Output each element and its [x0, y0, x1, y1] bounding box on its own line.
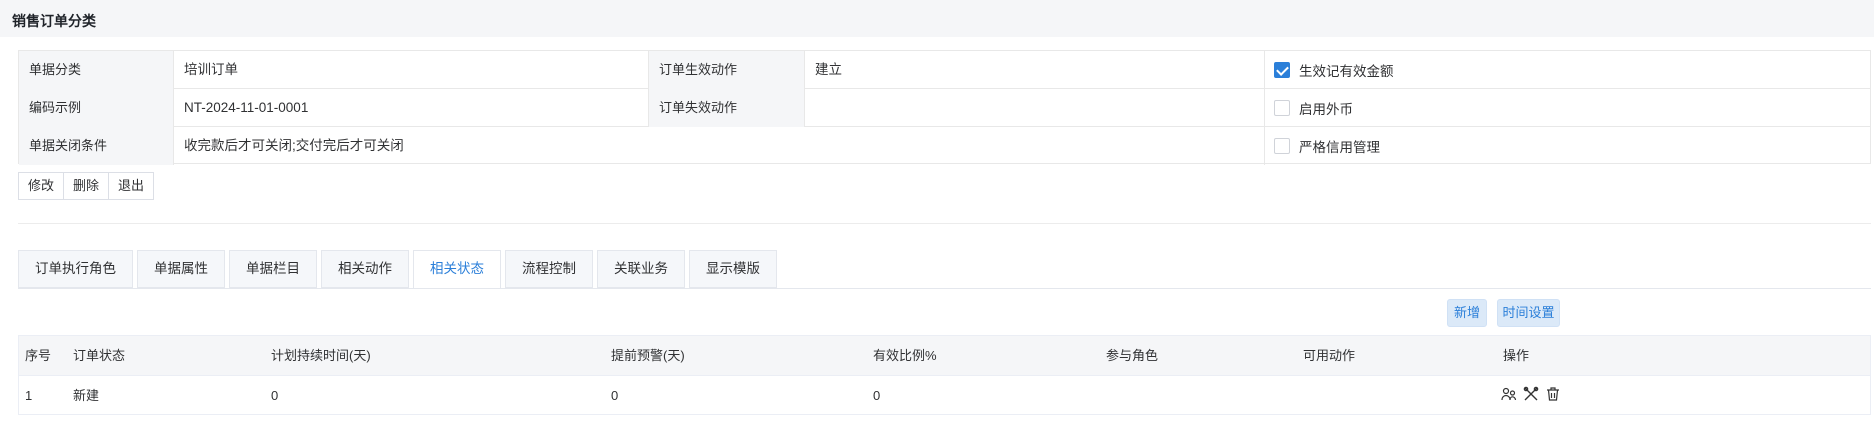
close-condition-label: 单据关闭条件	[19, 127, 174, 165]
cell-ratio: 0	[873, 388, 881, 403]
col-roles-header: 参与角色	[1106, 348, 1159, 363]
invalid-action-value	[805, 89, 1265, 127]
tab-display-template[interactable]: 显示模版	[689, 250, 777, 288]
tools-icon[interactable]	[1523, 386, 1539, 402]
divider	[18, 223, 1871, 224]
cell-warning: 0	[611, 388, 619, 403]
form-row: 编码示例 NT-2024-11-01-0001 订单失效动作 启用外币	[19, 89, 1870, 127]
trash-icon[interactable]	[1545, 386, 1561, 402]
tab-related-business[interactable]: 关联业务	[597, 250, 685, 288]
users-icon[interactable]	[1501, 386, 1517, 402]
cell-duration: 0	[271, 388, 279, 403]
checkbox-effective-amount[interactable]: 生效记有效金额	[1274, 51, 1394, 89]
effective-action-label: 订单生效动作	[649, 51, 805, 89]
tab-flow-control[interactable]: 流程控制	[505, 250, 593, 288]
add-button[interactable]: 新增	[1447, 299, 1487, 327]
table-header: 序号 订单状态 计划持续时间(天) 提前预警(天) 有效比例% 参与角色 可用动…	[19, 336, 1870, 376]
table-row[interactable]: 1 新建 0 0 0	[19, 376, 1870, 415]
delete-button[interactable]: 删除	[63, 172, 110, 200]
form-row: 单据关闭条件 收完款后才可关闭;交付完后才可关闭 严格信用管理	[19, 127, 1870, 165]
col-ratio-header: 有效比例%	[873, 348, 937, 363]
col-actions-header: 可用动作	[1303, 348, 1356, 363]
time-settings-button[interactable]: 时间设置	[1497, 299, 1560, 327]
status-table: 序号 订单状态 计划持续时间(天) 提前预警(天) 有效比例% 参与角色 可用动…	[18, 335, 1871, 415]
checkbox-checked-icon[interactable]	[1274, 62, 1290, 78]
checkbox-unchecked-icon[interactable]	[1274, 100, 1290, 116]
close-condition-value: 收完款后才可关闭;交付完后才可关闭	[174, 127, 1265, 165]
title-bar: 销售订单分类	[0, 0, 1874, 37]
order-category-form: 单据分类 培训订单 订单生效动作 建立 生效记有效金额 编码示例 NT-2024…	[18, 50, 1871, 165]
row-operations	[1501, 386, 1561, 402]
form-row: 单据分类 培训订单 订单生效动作 建立 生效记有效金额	[19, 51, 1870, 89]
doc-category-label: 单据分类	[19, 51, 174, 89]
code-example-label: 编码示例	[19, 89, 174, 127]
tab-doc-attributes[interactable]: 单据属性	[137, 250, 225, 288]
col-no-header: 序号	[25, 348, 52, 363]
checkbox-label: 启用外币	[1299, 102, 1353, 117]
exit-button[interactable]: 退出	[108, 172, 155, 200]
edit-button[interactable]: 修改	[18, 172, 65, 200]
col-duration-header: 计划持续时间(天)	[271, 348, 371, 363]
checkbox-unchecked-icon[interactable]	[1274, 138, 1290, 154]
col-warning-header: 提前预警(天)	[611, 348, 685, 363]
cell-status: 新建	[73, 388, 100, 403]
tab-related-actions[interactable]: 相关动作	[321, 250, 409, 288]
tab-doc-columns[interactable]: 单据栏目	[229, 250, 317, 288]
page-title: 销售订单分类	[12, 13, 96, 29]
checkbox-label: 严格信用管理	[1299, 140, 1380, 155]
effective-action-value: 建立	[805, 51, 1265, 89]
col-operations-header: 操作	[1503, 348, 1530, 363]
tab-order-roles[interactable]: 订单执行角色	[18, 250, 133, 288]
col-status-header: 订单状态	[73, 348, 126, 363]
invalid-action-label: 订单失效动作	[649, 89, 805, 127]
checkbox-label: 生效记有效金额	[1299, 64, 1394, 79]
tab-bar: 订单执行角色 单据属性 单据栏目 相关动作 相关状态 流程控制 关联业务 显示模…	[18, 250, 781, 289]
checkbox-foreign-currency[interactable]: 启用外币	[1274, 89, 1353, 127]
tab-underline	[18, 288, 1871, 289]
checkbox-strict-credit[interactable]: 严格信用管理	[1274, 127, 1380, 165]
code-example-value: NT-2024-11-01-0001	[174, 89, 649, 127]
form-action-buttons: 修改 删除 退出	[18, 172, 155, 200]
tab-related-status[interactable]: 相关状态	[413, 250, 501, 289]
doc-category-value: 培训订单	[174, 51, 649, 89]
cell-no: 1	[25, 388, 33, 403]
